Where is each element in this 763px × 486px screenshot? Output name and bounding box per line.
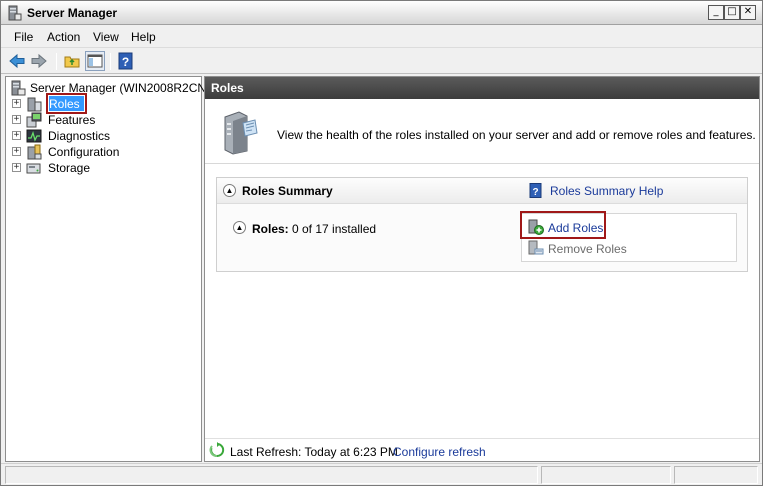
storage-icon xyxy=(26,163,41,174)
up-folder-icon[interactable] xyxy=(63,52,81,70)
expand-icon[interactable]: + xyxy=(12,147,21,156)
svg-text:?: ? xyxy=(532,187,538,198)
toolbar-separator xyxy=(110,53,111,70)
status-bar xyxy=(1,463,762,485)
svg-text:?: ? xyxy=(122,55,129,69)
close-button[interactable]: ✕ xyxy=(740,5,756,20)
menu-action[interactable]: Action xyxy=(47,30,80,44)
roles-intro: View the health of the roles installed o… xyxy=(205,99,759,164)
status-pane xyxy=(674,466,758,484)
expand-icon[interactable]: + xyxy=(12,163,21,172)
tree-item-label: Storage xyxy=(48,161,91,175)
pane-header: Roles xyxy=(205,77,759,99)
roles-summary-help-link[interactable]: Roles Summary Help xyxy=(550,184,663,198)
remove-roles-icon xyxy=(528,240,544,255)
menu-file[interactable]: File xyxy=(14,30,33,44)
back-icon[interactable] xyxy=(8,52,26,70)
expand-icon[interactable]: + xyxy=(12,99,21,108)
features-icon xyxy=(26,112,42,128)
roles-server-icon xyxy=(224,111,258,155)
roles-pane: Roles View the health of the roles insta… xyxy=(204,76,760,462)
roles-count-label: Roles: xyxy=(252,222,289,236)
tree-item-diagnostics[interactable]: + Diagnostics xyxy=(12,128,197,144)
help-icon[interactable]: ? xyxy=(117,52,135,70)
server-manager-icon xyxy=(8,5,22,21)
menu-help[interactable]: Help xyxy=(131,30,156,44)
refresh-icon xyxy=(209,442,225,457)
tree-item-label: Roles xyxy=(49,97,80,111)
refresh-footer: Last Refresh: Today at 6:23 PM Configure… xyxy=(205,438,759,461)
tree-item-storage[interactable]: + Storage xyxy=(12,160,197,176)
roles-count-value: 0 of 17 installed xyxy=(292,222,377,236)
expand-icon[interactable]: + xyxy=(12,131,21,140)
roles-description: View the health of the roles installed o… xyxy=(277,128,756,142)
status-pane xyxy=(541,466,671,484)
show-hide-console-tree-icon[interactable] xyxy=(85,51,105,71)
pane-title: Roles xyxy=(211,81,244,95)
roles-summary-header: ▲ Roles Summary ? Roles Summary Help xyxy=(217,178,747,204)
title-bar[interactable]: Server Manager _ □ ✕ xyxy=(1,1,762,25)
collapse-icon[interactable]: ▲ xyxy=(233,221,246,234)
diagnostics-icon xyxy=(26,129,42,143)
add-roles-link[interactable]: Add Roles xyxy=(548,221,603,235)
collapse-icon[interactable]: ▲ xyxy=(223,184,236,197)
tree-item-features[interactable]: + Features xyxy=(12,112,197,128)
tree-item-roles[interactable]: + Roles xyxy=(12,93,197,114)
roles-summary-title: Roles Summary xyxy=(242,184,333,198)
tree-item-label: Features xyxy=(48,113,96,127)
configuration-icon xyxy=(27,144,42,160)
tree-item-label: Diagnostics xyxy=(48,129,111,143)
menu-bar: File Action View Help xyxy=(1,26,762,48)
toolbar: ? xyxy=(1,49,762,74)
maximize-button[interactable]: □ xyxy=(724,5,740,20)
server-manager-window: Server Manager _ □ ✕ File Action View He… xyxy=(0,0,763,486)
roles-icon xyxy=(27,97,42,112)
roles-tasks: Add Roles Remove Roles xyxy=(520,211,737,262)
console-tree[interactable]: Server Manager (WIN2008R2CN) + Roles + F… xyxy=(5,76,210,462)
minimize-button[interactable]: _ xyxy=(708,5,724,20)
add-roles-icon xyxy=(528,219,544,235)
last-refresh-text: Last Refresh: Today at 6:23 PM xyxy=(230,445,398,459)
configure-refresh-link[interactable]: Configure refresh xyxy=(393,445,486,459)
expand-icon[interactable]: + xyxy=(12,115,21,124)
tree-item-configuration[interactable]: + Configuration xyxy=(12,144,197,160)
server-manager-icon xyxy=(11,80,26,96)
remove-roles-link[interactable]: Remove Roles xyxy=(548,242,627,256)
menu-view[interactable]: View xyxy=(93,30,119,44)
roles-summary-section: ▲ Roles Summary ? Roles Summary Help ▲ R… xyxy=(216,177,748,272)
help-icon: ? xyxy=(529,183,542,198)
tree-item-label: Configuration xyxy=(48,145,120,159)
toolbar-separator xyxy=(56,53,57,70)
window-title: Server Manager xyxy=(27,6,118,20)
forward-icon[interactable] xyxy=(30,52,48,70)
status-pane xyxy=(5,466,538,484)
